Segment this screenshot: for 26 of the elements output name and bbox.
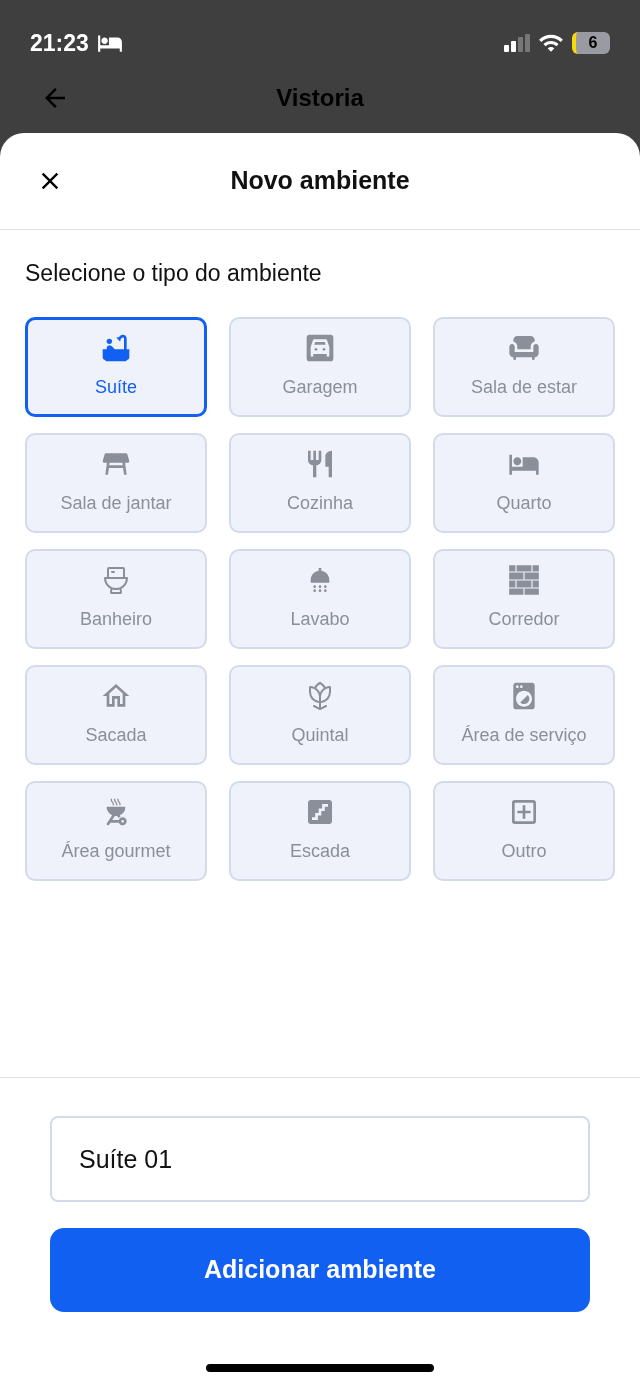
room-type-option[interactable]: Outro [433, 780, 615, 881]
garage-icon [304, 332, 336, 364]
room-type-option[interactable]: Lavabo [229, 548, 411, 649]
signal-icon [504, 34, 530, 52]
room-type-option[interactable]: Escada [229, 780, 411, 881]
room-type-option[interactable]: Corredor [433, 548, 615, 649]
room-type-option[interactable]: Garagem [229, 316, 411, 417]
room-type-option[interactable]: Área gourmet [25, 780, 207, 881]
room-type-option[interactable]: Cozinha [229, 432, 411, 533]
room-type-option[interactable]: Banheiro [25, 548, 207, 649]
room-name-field[interactable]: Suíte 01 [50, 1116, 590, 1202]
room-type-option[interactable]: Sacada [25, 664, 207, 765]
add-room-button[interactable]: Adicionar ambiente [50, 1228, 590, 1312]
room-type-option[interactable]: Área de serviço [433, 664, 615, 765]
status-time: 21:23 [30, 28, 89, 58]
room-type-option[interactable]: Suíte [25, 316, 207, 417]
room-type-option[interactable]: Sala de jantar [25, 432, 207, 533]
bathtub-icon [100, 332, 132, 364]
section-label: Selecione o tipo do ambiente [25, 259, 323, 288]
screen-title: Vistoria [276, 82, 364, 113]
room-type-option[interactable]: Sala de estar [433, 316, 615, 417]
room-type-option[interactable]: Quintal [229, 664, 411, 765]
brick-wall-icon [508, 564, 540, 596]
battery-indicator: 6 [572, 32, 610, 54]
sheet-title: Novo ambiente [230, 165, 410, 197]
room-type-option[interactable]: Quarto [433, 432, 615, 533]
